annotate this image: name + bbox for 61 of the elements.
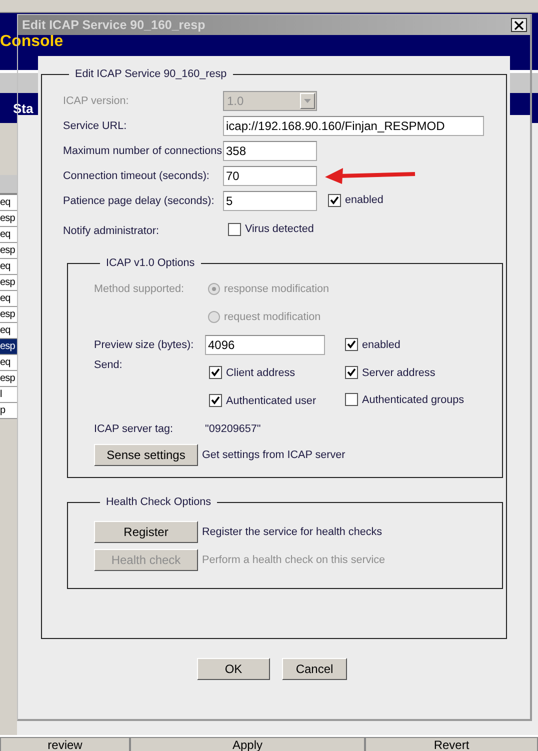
dialog-button[interactable]: Cancel — [282, 658, 347, 680]
list-item[interactable]: esp — [0, 307, 17, 323]
list-item[interactable]: eq — [0, 355, 17, 371]
window-title: Edit ICAP Service 90_160_resp — [22, 18, 206, 32]
list-item[interactable]: eq — [0, 227, 17, 243]
field-label: Preview size (bytes): — [94, 339, 195, 351]
field-label: Method supported: — [94, 282, 186, 295]
input-field[interactable]: 5 — [223, 190, 317, 210]
list-item[interactable]: esp — [0, 275, 17, 291]
checkbox[interactable] — [345, 366, 358, 379]
server-tag-value: "09209657" — [205, 423, 262, 435]
field-label: Notify administrator: — [63, 224, 160, 236]
group-title: Edit ICAP Service 90_160_resp — [74, 68, 228, 80]
action-button[interactable]: Register — [94, 521, 198, 543]
sense-settings-button[interactable]: Sense settings — [94, 444, 198, 466]
dialog-button[interactable]: OK — [197, 658, 270, 680]
button-description: Register the service for health checks — [202, 526, 382, 538]
group-title: ICAP v1.0 Options — [105, 257, 196, 269]
field-label: Service URL: — [63, 120, 128, 132]
checkbox[interactable] — [209, 394, 222, 407]
group-title: Health Check Options — [105, 496, 212, 508]
toolbar-button[interactable]: Revert — [365, 737, 538, 751]
checkbox[interactable] — [345, 393, 358, 406]
close-button[interactable] — [511, 18, 527, 32]
field-label: Connection timeout (seconds): — [63, 170, 210, 182]
checkbox[interactable] — [228, 222, 241, 236]
checkbox-label: enabled — [345, 194, 384, 206]
list-item[interactable]: esp — [0, 339, 17, 355]
button-description: Perform a health check on this service — [202, 554, 386, 566]
input-field[interactable]: 4096 — [205, 335, 325, 355]
list-item[interactable]: p — [0, 403, 17, 419]
field-label: Send: — [94, 359, 124, 371]
radio-label: request modification — [224, 311, 321, 323]
field-label: ICAP version: — [63, 94, 130, 106]
radio-label: response modification — [224, 283, 330, 295]
checkbox-label: enabled — [362, 338, 400, 350]
close-icon — [514, 20, 524, 30]
list-item[interactable]: esp — [0, 371, 17, 387]
list-item[interactable]: eq — [0, 259, 17, 275]
field-label: Maximum number of connections: — [63, 144, 223, 156]
toolbar-button[interactable]: review — [0, 737, 130, 751]
list-item[interactable]: l — [0, 387, 17, 403]
input-field[interactable]: 70 — [223, 166, 317, 186]
checkbox[interactable] — [209, 366, 222, 379]
list-item[interactable]: eq — [0, 323, 17, 339]
list-item[interactable]: eq — [0, 291, 17, 307]
checkbox[interactable] — [345, 338, 358, 351]
checkbox-label: Virus detected — [245, 223, 314, 235]
checkbox-label: Authenticated groups — [362, 394, 464, 406]
input-field[interactable]: icap://192.168.90.160/Finjan_RESPMOD — [223, 116, 484, 136]
field-label: Patience page delay (seconds): — [63, 194, 216, 206]
list-item[interactable]: esp — [0, 211, 17, 227]
list-item[interactable]: esp — [0, 243, 17, 259]
list-item[interactable]: eq — [0, 195, 17, 211]
field-label: ICAP server tag: — [94, 423, 174, 435]
checkbox-label: Client address — [226, 366, 296, 378]
input-field[interactable]: 358 — [223, 140, 317, 160]
checkbox-label: Authenticated user — [226, 394, 316, 406]
button-description: Get settings from ICAP server — [202, 449, 346, 461]
checkbox-label: Server address — [362, 366, 436, 378]
checkbox[interactable] — [328, 194, 341, 206]
